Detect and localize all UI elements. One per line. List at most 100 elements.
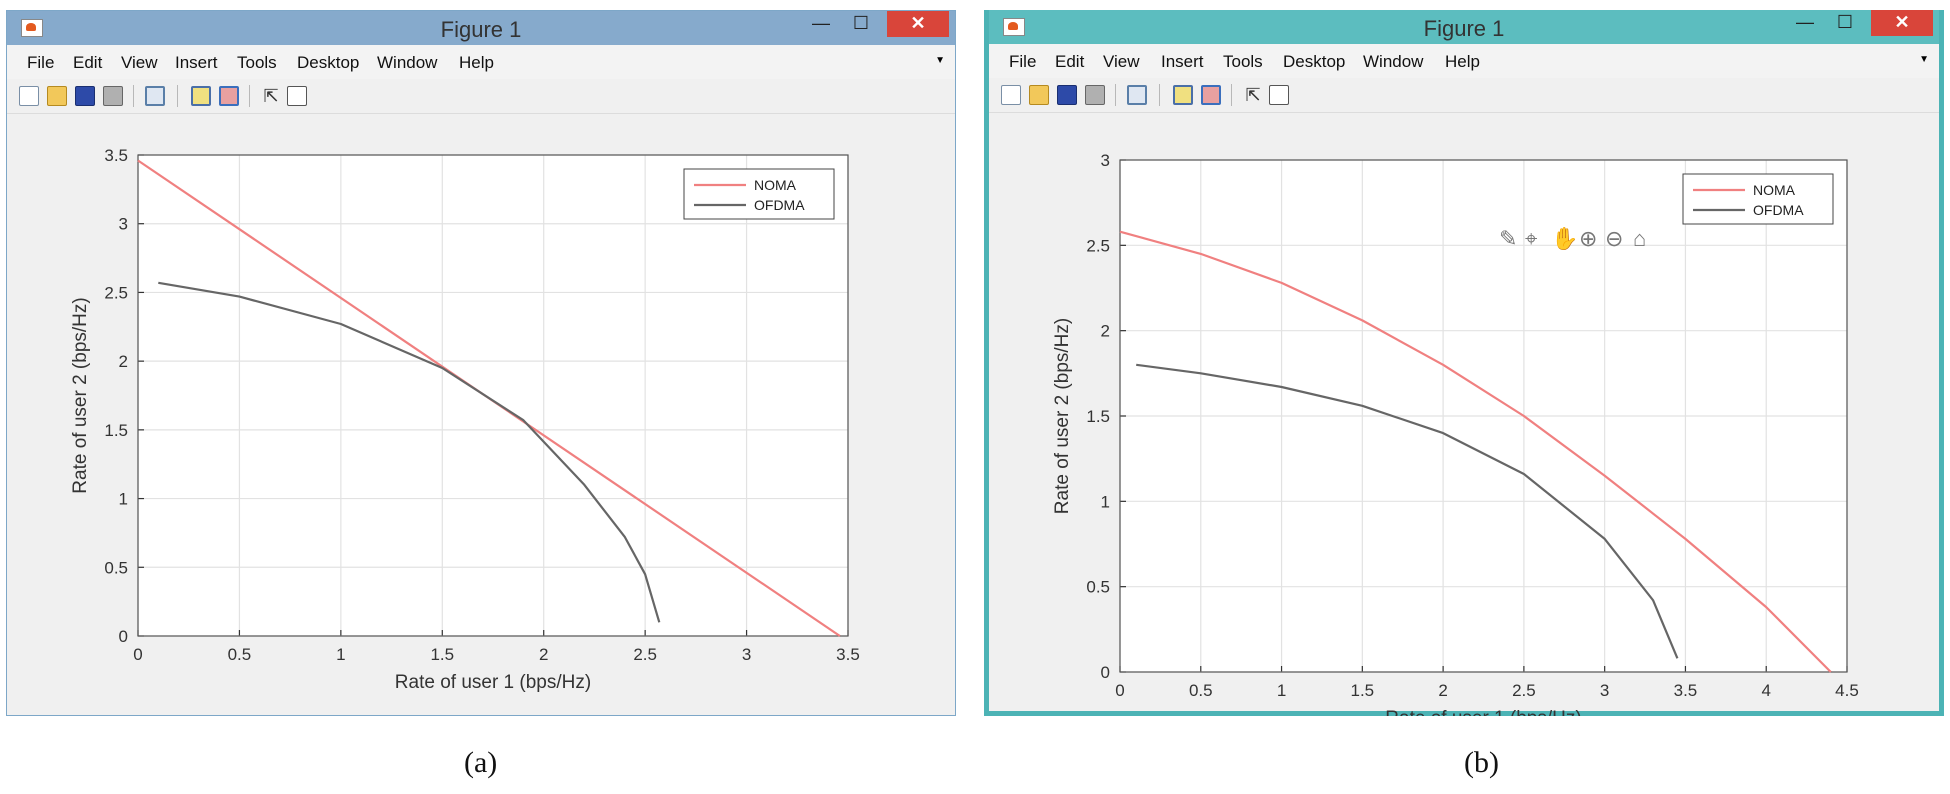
brush-icon[interactable]: ✎ [1499, 226, 1517, 252]
y-tick-label: 3.5 [104, 146, 128, 165]
plot-area [138, 155, 848, 636]
edit-plot-arrow-icon[interactable]: ⇱ [261, 86, 281, 106]
edit-plot-arrow-icon[interactable]: ⇱ [1243, 85, 1263, 105]
legend-label: NOMA [1753, 182, 1796, 198]
menu-tools[interactable]: Tools [1223, 52, 1263, 72]
x-tick-label: 0.5 [1189, 681, 1213, 700]
y-tick-label: 0 [119, 627, 128, 646]
y-tick-label: 3 [119, 215, 128, 234]
y-tick-label: 1.5 [104, 421, 128, 440]
x-tick-label: 1 [336, 645, 345, 664]
legend-label: OFDMA [754, 197, 805, 213]
pan-icon[interactable]: ✋ [1551, 226, 1578, 252]
legend-icon[interactable] [1201, 85, 1221, 105]
menu-view[interactable]: View [1103, 52, 1140, 72]
save-icon[interactable] [1057, 85, 1077, 105]
maximize-button[interactable]: ☐ [841, 11, 881, 37]
link-plot-icon[interactable] [145, 86, 165, 106]
figure-window-b: Figure 1 — ☐ ✕ File Edit View Insert Too… [984, 10, 1944, 716]
x-tick-label: 1.5 [1351, 681, 1375, 700]
menu-desktop[interactable]: Desktop [1283, 52, 1345, 72]
menu-file[interactable]: File [1009, 52, 1036, 72]
menu-insert[interactable]: Insert [1161, 52, 1204, 72]
close-button[interactable]: ✕ [887, 11, 949, 37]
x-tick-label: 2.5 [1512, 681, 1536, 700]
x-tick-label: 2.5 [633, 645, 657, 664]
plot-a[interactable]: 0 0.5 1 1.5 2 2.5 3 3.5 0 0.5 1 1.5 2 2.5 3 3.5 NOMA OFDM… [7, 114, 955, 715]
title-bar[interactable]: Figure 1 — ☐ ✕ [7, 11, 955, 45]
y-tick-label: 0 [1101, 663, 1110, 682]
figure-canvas: 0 0.5 1 1.5 2 2.5 3 3.5 0 0.5 1 1.5 2 2.5 3 3.5 NOMA OFDM… [7, 114, 955, 715]
property-inspector-icon[interactable] [1269, 85, 1289, 105]
print-icon[interactable] [1085, 85, 1105, 105]
menu-overflow-icon[interactable]: ▼ [935, 55, 945, 66]
save-icon[interactable] [75, 86, 95, 106]
toolbar-separator [177, 85, 178, 107]
y-tick-label: 1.5 [1086, 407, 1110, 426]
y-tick-label: 1 [119, 490, 128, 509]
menu-tools[interactable]: Tools [237, 53, 277, 73]
menu-bar: File Edit View Insert Tools Desktop Wind… [7, 45, 955, 79]
zoom-out-icon[interactable]: ⊖ [1605, 226, 1623, 252]
minimize-button[interactable]: — [801, 11, 841, 37]
legend-icon[interactable] [219, 86, 239, 106]
legend-label: NOMA [754, 177, 797, 193]
y-axis-label: Rate of user 2 (bps/Hz) [1052, 318, 1073, 514]
print-icon[interactable] [103, 86, 123, 106]
menu-overflow-icon[interactable]: ▼ [1919, 54, 1929, 65]
maximize-button[interactable]: ☐ [1825, 10, 1865, 36]
new-figure-icon[interactable] [19, 86, 39, 106]
menu-edit[interactable]: Edit [73, 53, 102, 73]
figure-toolbar: ⇱ [989, 78, 1939, 113]
menu-view[interactable]: View [121, 53, 158, 73]
title-bar[interactable]: Figure 1 — ☐ ✕ [989, 10, 1939, 44]
menu-bar: File Edit View Insert Tools Desktop Wind… [989, 44, 1939, 78]
y-tick-label: 0.5 [1086, 578, 1110, 597]
link-plot-icon[interactable] [1127, 85, 1147, 105]
figure-window-a: Figure 1 — ☐ ✕ File Edit View Insert Too… [6, 10, 956, 716]
minimize-button[interactable]: — [1785, 10, 1825, 36]
home-icon[interactable]: ⌂ [1633, 226, 1646, 252]
x-tick-label: 1.5 [430, 645, 454, 664]
toolbar-separator [249, 85, 250, 107]
y-tick-label: 2.5 [104, 283, 128, 302]
legend-label: OFDMA [1753, 202, 1804, 218]
menu-file[interactable]: File [27, 53, 54, 73]
toolbar-separator [133, 85, 134, 107]
y-tick-label: 0.5 [104, 558, 128, 577]
x-tick-label: 0 [1115, 681, 1124, 700]
figure-canvas: 0 0.5 1 1.5 2 2.5 3 3.5 4 4.5 0 0.5 1 1.5 2 2.5 3 NOMA OFD… [989, 113, 1939, 716]
datacursor-icon[interactable]: ⌖ [1525, 226, 1537, 252]
y-axis-label: Rate of user 2 (bps/Hz) [70, 297, 91, 493]
x-tick-label: 0 [133, 645, 142, 664]
open-file-icon[interactable] [1029, 85, 1049, 105]
x-tick-label: 3.5 [836, 645, 860, 664]
caption-b: (b) [1464, 746, 1499, 779]
menu-desktop[interactable]: Desktop [297, 53, 359, 73]
x-tick-label: 0.5 [228, 645, 252, 664]
x-tick-label: 4 [1761, 681, 1770, 700]
new-figure-icon[interactable] [1001, 85, 1021, 105]
menu-insert[interactable]: Insert [175, 53, 218, 73]
menu-window[interactable]: Window [1363, 52, 1423, 72]
x-axis-label: Rate of user 1 (bps/Hz) [1385, 708, 1581, 716]
zoom-in-icon[interactable]: ⊕ [1579, 226, 1597, 252]
colorbar-icon[interactable] [191, 86, 211, 106]
x-tick-label: 3 [1600, 681, 1609, 700]
open-file-icon[interactable] [47, 86, 67, 106]
close-button[interactable]: ✕ [1871, 10, 1933, 36]
x-tick-label: 2 [539, 645, 548, 664]
figure-toolbar: ⇱ [7, 79, 955, 114]
colorbar-icon[interactable] [1173, 85, 1193, 105]
menu-help[interactable]: Help [1445, 52, 1480, 72]
y-tick-label: 2 [1101, 322, 1110, 341]
x-tick-label: 4.5 [1835, 681, 1859, 700]
menu-window[interactable]: Window [377, 53, 437, 73]
caption-a: (a) [464, 746, 498, 779]
menu-help[interactable]: Help [459, 53, 494, 73]
property-inspector-icon[interactable] [287, 86, 307, 106]
x-axis-label: Rate of user 1 (bps/Hz) [395, 672, 591, 693]
toolbar-separator [1115, 84, 1116, 106]
menu-edit[interactable]: Edit [1055, 52, 1084, 72]
plot-b[interactable]: 0 0.5 1 1.5 2 2.5 3 3.5 4 4.5 0 0.5 1 1.5 2 2.5 3 NOMA OFD… [989, 113, 1939, 716]
